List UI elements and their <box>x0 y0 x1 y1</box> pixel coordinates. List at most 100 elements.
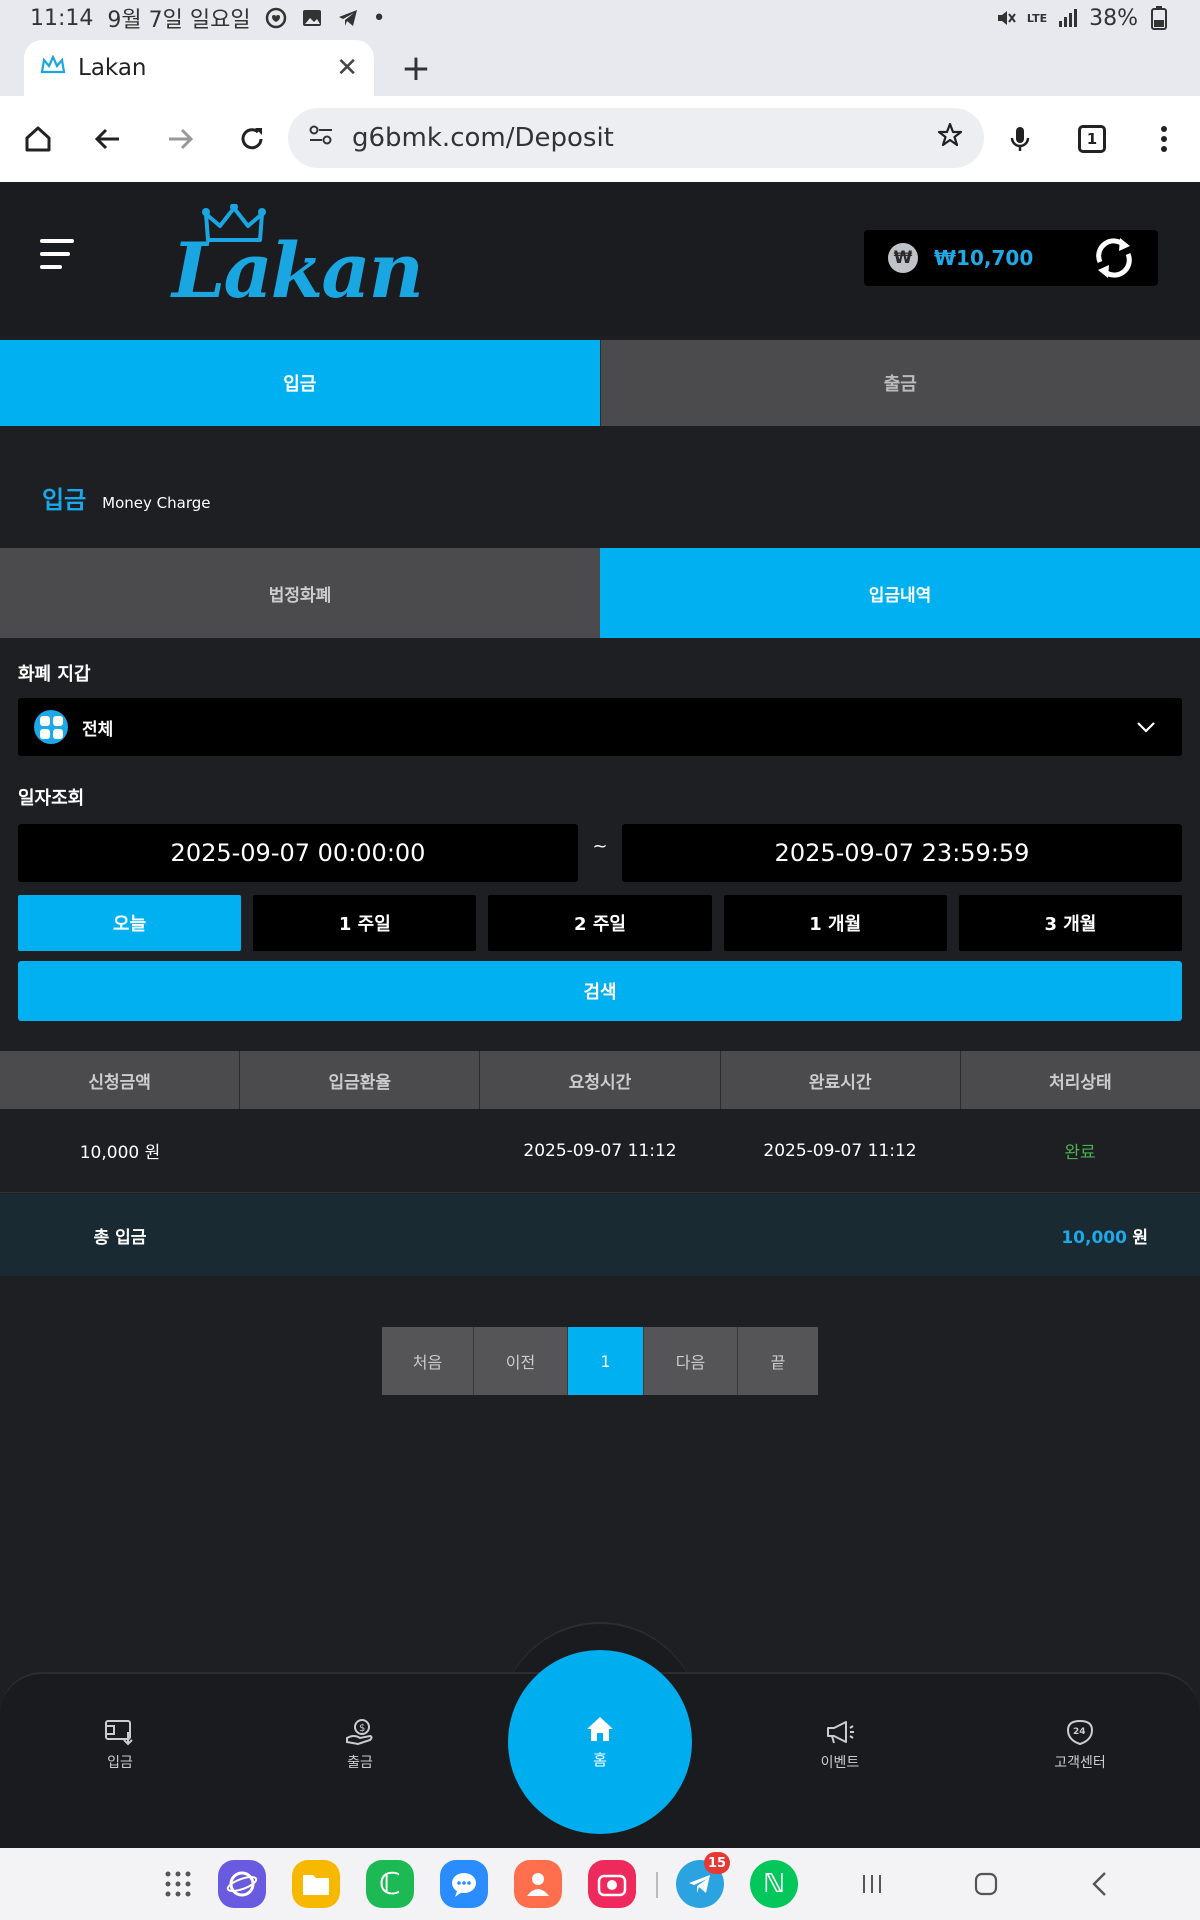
page-first-button[interactable]: 처음 <box>382 1327 474 1395</box>
crown-favicon-icon <box>40 54 66 81</box>
forward-arrow-icon[interactable] <box>154 113 206 165</box>
date-label: 일자조회 <box>18 788 85 809</box>
mute-icon <box>995 7 1017 29</box>
heart-notification-icon <box>265 7 287 29</box>
browser-tab-title: Lakan <box>78 55 147 81</box>
section-title: 입금 Money Charge <box>42 480 211 515</box>
won-coin-icon: ₩ <box>888 243 918 273</box>
pagination: 처음 이전 1 다음 끝 <box>382 1327 818 1395</box>
messages-app-icon[interactable] <box>440 1860 488 1908</box>
address-bar[interactable]: g6bmk.com/Deposit <box>288 108 984 168</box>
cell-complete-time: 2025-09-07 11:12 <box>763 1140 917 1161</box>
back-system-icon[interactable] <box>1080 1866 1120 1902</box>
period-3month-button[interactable]: 3 개월 <box>958 895 1183 951</box>
camera-app-icon[interactable] <box>588 1860 636 1908</box>
site-logo[interactable]: Lakan <box>172 204 424 315</box>
total-amount: 10,000 <box>1061 1227 1127 1248</box>
hamburger-menu-icon[interactable] <box>40 239 74 275</box>
tab-switcher-button[interactable]: 1 <box>1066 113 1118 165</box>
date-from-input[interactable]: 2025-09-07 00:00:00 <box>18 824 578 882</box>
naver-app-icon[interactable]: ℕ <box>750 1860 798 1908</box>
table-row: 10,000 원 2025-09-07 11:12 2025-09-07 11:… <box>0 1109 1200 1193</box>
new-tab-button[interactable]: + <box>392 44 440 92</box>
tab-count: 1 <box>1078 125 1106 153</box>
megaphone-icon <box>827 1721 854 1744</box>
gallery-notification-icon <box>301 7 323 29</box>
period-today-button[interactable]: 오늘 <box>18 895 242 951</box>
support-24-icon: 24 <box>1066 1719 1094 1746</box>
network-type: LTE <box>1026 11 1048 25</box>
search-button[interactable]: 검색 <box>18 961 1182 1021</box>
c-app-icon[interactable]: ℂ <box>366 1860 414 1908</box>
period-1month-button[interactable]: 1 개월 <box>723 895 947 951</box>
cell-rate <box>240 1109 480 1192</box>
svg-text:$: $ <box>359 1723 365 1734</box>
section-title-main: 입금 <box>42 486 87 514</box>
more-options-icon[interactable] <box>1138 113 1190 165</box>
telegram-notification-icon <box>337 7 359 29</box>
total-label: 총 입금 <box>93 1227 147 1248</box>
column-amount: 신청금액 <box>0 1051 241 1109</box>
total-unit: 원 <box>1132 1227 1148 1248</box>
bookmark-star-icon[interactable] <box>936 121 964 156</box>
site-settings-icon[interactable] <box>308 123 334 153</box>
battery-percent: 38% <box>1089 5 1138 31</box>
page-last-button[interactable]: 끝 <box>738 1327 818 1395</box>
wallet-select[interactable]: 전체 <box>18 698 1182 756</box>
back-arrow-icon[interactable] <box>82 113 134 165</box>
telegram-app-icon[interactable]: 15 <box>676 1852 730 1908</box>
status-date: 9월 7일 일요일 <box>107 8 251 33</box>
nav-support[interactable]: 24 고객센터 <box>1020 1718 1140 1772</box>
tab-deposit-history[interactable]: 입금내역 <box>600 548 1200 638</box>
cell-status: 완료 <box>1064 1143 1096 1163</box>
status-time: 11:14 <box>30 5 94 31</box>
browser-tab-strip: Lakan ✕ + <box>0 36 1200 96</box>
period-buttons: 오늘 1 주일 2 주일 1 개월 3 개월 <box>18 895 1183 951</box>
wallet-label: 화폐 지갑 <box>18 664 91 685</box>
home-icon[interactable] <box>12 113 64 165</box>
nav-home-button[interactable]: 홈 <box>508 1650 692 1834</box>
total-value: 10,000 원 <box>1061 1223 1148 1248</box>
nav-home-label: 홈 <box>593 1750 607 1769</box>
android-status-bar: 11:14 9월 7일 일요일 • LTE 38% <box>0 0 1200 36</box>
svg-text:24: 24 <box>1073 1727 1086 1737</box>
period-1week-button[interactable]: 1 주일 <box>253 895 477 951</box>
microphone-icon[interactable] <box>994 113 1046 165</box>
page-prev-button[interactable]: 이전 <box>474 1327 568 1395</box>
close-tab-icon[interactable]: ✕ <box>336 53 358 83</box>
reload-icon[interactable] <box>226 113 278 165</box>
browser-tab[interactable]: Lakan ✕ <box>24 40 374 96</box>
tab-deposit[interactable]: 입금 <box>0 340 600 426</box>
my-files-app-icon[interactable] <box>292 1860 340 1908</box>
app-drawer-icon[interactable] <box>154 1860 202 1908</box>
tab-fiat[interactable]: 법정화폐 <box>0 548 600 638</box>
refresh-balance-icon[interactable] <box>1090 234 1138 282</box>
samsung-internet-app-icon[interactable] <box>218 1860 266 1908</box>
total-row: 총 입금 10,000 원 <box>0 1194 1200 1276</box>
balance-value: ₩10,700 <box>934 246 1034 270</box>
period-2week-button[interactable]: 2 주일 <box>488 895 712 951</box>
nav-withdraw[interactable]: $ 출금 <box>300 1718 420 1772</box>
home-nav-system-icon[interactable] <box>966 1866 1006 1902</box>
nav-event[interactable]: 이벤트 <box>780 1718 900 1772</box>
battery-icon <box>1148 6 1170 30</box>
home-nav-icon <box>587 1716 613 1741</box>
column-status: 처리상태 <box>1049 1072 1112 1093</box>
table-header: 신청금액 입금환율 요청시간 완료시간 처리상태 <box>0 1051 1200 1109</box>
tab-withdraw[interactable]: 출금 <box>599 340 1200 426</box>
nav-deposit-label: 입금 <box>107 1755 133 1771</box>
nav-deposit[interactable]: 입금 <box>60 1718 180 1772</box>
date-to-input[interactable]: 2025-09-07 23:59:59 <box>622 824 1182 882</box>
contacts-app-icon[interactable] <box>514 1860 562 1908</box>
cell-amount: 10,000 원 <box>79 1143 161 1163</box>
wallet-selected-value: 전체 <box>82 719 114 740</box>
page-current-button[interactable]: 1 <box>568 1327 644 1395</box>
url-text[interactable]: g6bmk.com/Deposit <box>352 123 614 153</box>
section-subtitle: Money Charge <box>102 494 211 512</box>
more-notifications-dot: • <box>372 5 386 31</box>
grid-wallet-icon <box>34 710 68 744</box>
recent-apps-icon[interactable] <box>852 1866 892 1902</box>
main-tabs: 입금 출금 <box>0 340 1200 426</box>
page-next-button[interactable]: 다음 <box>644 1327 738 1395</box>
logo-text: Lakan <box>172 226 424 315</box>
